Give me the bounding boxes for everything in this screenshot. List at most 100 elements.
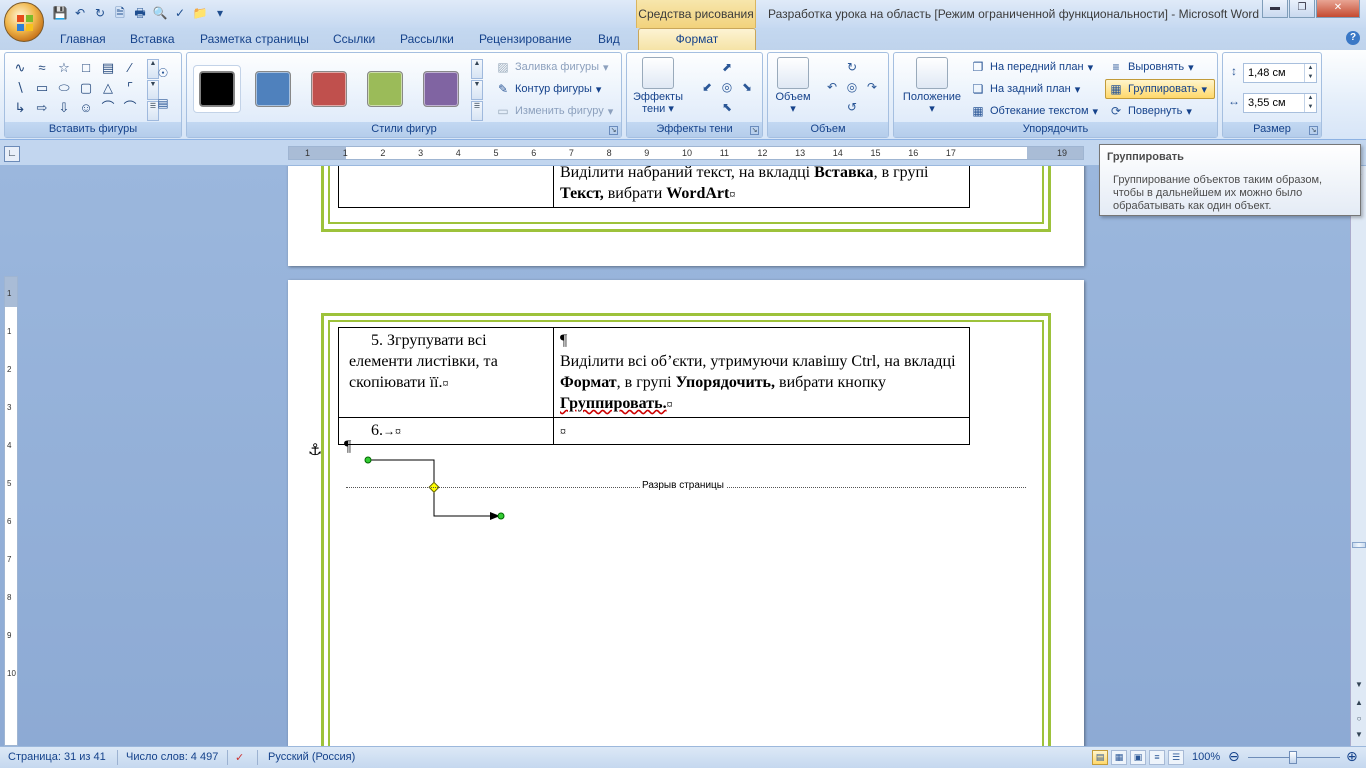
- shadow-launcher-icon[interactable]: ↘: [750, 126, 759, 135]
- outline-view-icon[interactable]: ≡: [1149, 750, 1165, 765]
- spelling-icon[interactable]: ✓: [172, 5, 188, 21]
- scroll-thumb[interactable]: [1352, 542, 1366, 548]
- triangle-shape-icon[interactable]: △: [99, 79, 117, 97]
- print-layout-view-icon[interactable]: ▤: [1092, 750, 1108, 765]
- open-folder-icon[interactable]: 📁: [192, 5, 208, 21]
- rotate-button[interactable]: ⟳ Повернуть ▾: [1108, 103, 1192, 119]
- elbow-arrow-shape-icon[interactable]: ↳: [11, 99, 29, 117]
- curve-shape-icon[interactable]: ⌒: [99, 99, 117, 117]
- nudge-down-icon[interactable]: ⬉: [719, 99, 735, 115]
- shape-outline-button[interactable]: ✎ Контур фигуры ▾: [495, 81, 601, 97]
- tab-format[interactable]: Формат: [638, 28, 756, 50]
- style-swatch-purple[interactable]: [423, 71, 459, 107]
- close-button[interactable]: ✕: [1316, 0, 1360, 18]
- minimize-button[interactable]: ▬: [1262, 0, 1288, 18]
- size-launcher-icon[interactable]: ↘: [1309, 126, 1318, 135]
- line-shape-icon[interactable]: ∕: [121, 59, 139, 77]
- tab-home[interactable]: Главная: [60, 32, 106, 46]
- shape-fill-button[interactable]: ▨ Заливка фигуры ▾: [495, 59, 608, 75]
- shadow-effects-button[interactable]: Эффекты тени ▾: [631, 57, 685, 115]
- height-spin-arrows-icon[interactable]: ▲ ▼: [1304, 64, 1316, 82]
- textbox-shape-icon[interactable]: ▤: [99, 59, 117, 77]
- style-swatch-red[interactable]: [311, 71, 347, 107]
- nudge-left-icon[interactable]: ⬋: [699, 79, 715, 95]
- tilt-left-icon[interactable]: ↶: [824, 79, 840, 95]
- smiley-shape-icon[interactable]: ☺: [77, 99, 95, 117]
- tab-page-layout[interactable]: Разметка страницы: [200, 32, 309, 46]
- browse-object-icon[interactable]: ○: [1352, 712, 1366, 726]
- vertical-ruler[interactable]: 1 1 2 3 4 5 6 7 8 9 10: [4, 276, 18, 746]
- edit-points-icon[interactable]: ☉: [155, 65, 171, 81]
- draft-view-icon[interactable]: ☰: [1168, 750, 1184, 765]
- down-arrow-shape-icon[interactable]: ⇩: [55, 99, 73, 117]
- elbow-connector-shape-icon[interactable]: ⌜: [121, 79, 139, 97]
- align-button[interactable]: ≡ Выровнять ▾: [1108, 59, 1193, 75]
- vertical-scrollbar[interactable]: ▲ ▼ ▲ ○ ▼: [1350, 166, 1366, 746]
- tilt-up-icon[interactable]: ↻: [844, 59, 860, 75]
- tab-insert[interactable]: Вставка: [130, 32, 175, 46]
- page-31[interactable]: 5. Згрупувати всі елементи листівки, та …: [288, 280, 1084, 746]
- connector-end-handle[interactable]: [497, 512, 505, 520]
- customize-qat-icon[interactable]: ▾: [212, 5, 228, 21]
- connector-start-handle[interactable]: [364, 456, 372, 464]
- table-cell-step-5-instructions[interactable]: ¶ Виділити всі об’єкти, утримуючи клавіш…: [553, 327, 970, 418]
- table-cell-right[interactable]: Виділити набраний текст, на вкладці Вста…: [553, 166, 970, 208]
- tab-references[interactable]: Ссылки: [333, 32, 375, 46]
- anchor-icon[interactable]: ⚓: [308, 440, 322, 460]
- draw-textbox-icon[interactable]: ▤: [155, 95, 171, 111]
- table-cell-step-6[interactable]: 6.→¤: [338, 417, 554, 445]
- bring-to-front-button[interactable]: ❐ На передний план ▾: [970, 59, 1094, 75]
- undo-icon[interactable]: ↶: [72, 5, 88, 21]
- wave-shape-icon[interactable]: ≈: [33, 59, 51, 77]
- text-wrapping-button[interactable]: ▦ Обтекание текстом ▾: [970, 103, 1098, 119]
- table-cell-left[interactable]: [338, 166, 554, 208]
- tilt-right-icon[interactable]: ↷: [864, 79, 880, 95]
- 3d-toggle-icon[interactable]: ◎: [844, 79, 860, 95]
- table-cell-step-6-instructions[interactable]: ¤: [553, 417, 970, 445]
- shape-height-input[interactable]: 1,48 см ▲ ▼: [1243, 63, 1317, 83]
- volume-button[interactable]: Объем ▾: [770, 57, 816, 115]
- star-shape-icon[interactable]: ☆: [55, 59, 73, 77]
- style-swatch-black[interactable]: [199, 71, 235, 107]
- callout-shape-icon[interactable]: □: [77, 59, 95, 77]
- rounded-rect-shape-icon[interactable]: ▢: [77, 79, 95, 97]
- zoom-in-icon[interactable]: ⊕: [1346, 748, 1358, 765]
- ruler-bar[interactable]: 1 1 2 3 4 5 6 7 8 9 10 11 12 13 14 15 16 17 19: [288, 146, 1084, 160]
- tab-view[interactable]: Вид: [598, 32, 620, 46]
- group-objects-button-content[interactable]: ▦ Группировать ▾: [1108, 81, 1207, 97]
- diagonal-line-shape-icon[interactable]: ∖: [11, 79, 29, 97]
- arc-shape-icon[interactable]: ⌒: [121, 99, 139, 117]
- gallery-up-icon[interactable]: ▲: [471, 59, 483, 79]
- gallery-more-icon[interactable]: ☰: [471, 101, 483, 121]
- style-swatch-green[interactable]: [367, 71, 403, 107]
- table-cell-step-5[interactable]: 5. Згрупувати всі елементи листівки, та …: [338, 327, 554, 418]
- freeform-shape-icon[interactable]: ∿: [11, 59, 29, 77]
- style-swatch-blue[interactable]: [255, 71, 291, 107]
- shadow-toggle-icon[interactable]: ◎: [719, 79, 735, 95]
- page-counter[interactable]: Страница: 31 из 41: [8, 751, 106, 763]
- help-icon[interactable]: ?: [1346, 31, 1360, 45]
- oval-shape-icon[interactable]: ⬭: [55, 79, 73, 97]
- zoom-out-icon[interactable]: ⊖: [1228, 748, 1240, 765]
- change-shape-button[interactable]: ▭ Изменить фигуру ▾: [495, 103, 613, 119]
- tab-selector-icon[interactable]: ∟: [4, 146, 20, 162]
- nudge-right-icon[interactable]: ⬊: [739, 79, 755, 95]
- full-screen-reading-icon[interactable]: ▦: [1111, 750, 1127, 765]
- office-button[interactable]: [4, 2, 44, 42]
- rectangle-shape-icon[interactable]: ▭: [33, 79, 51, 97]
- save-icon[interactable]: 💾: [52, 5, 68, 21]
- zoom-level[interactable]: 100%: [1192, 751, 1220, 763]
- proofing-icon[interactable]: ✓: [235, 751, 244, 764]
- web-layout-icon[interactable]: ▣: [1130, 750, 1146, 765]
- zoom-slider-thumb[interactable]: [1289, 751, 1297, 764]
- nudge-up-icon[interactable]: ⬈: [719, 59, 735, 75]
- redo-icon[interactable]: ↻: [92, 5, 108, 21]
- page-30[interactable]: Виділити набраний текст, на вкладці Вста…: [288, 166, 1084, 266]
- tab-review[interactable]: Рецензирование: [479, 32, 572, 46]
- word-count[interactable]: Число слов: 4 497: [126, 751, 218, 763]
- right-arrow-shape-icon[interactable]: ⇨: [33, 99, 51, 117]
- gallery-down-icon[interactable]: ▼: [471, 80, 483, 100]
- position-button[interactable]: Положение ▾: [896, 57, 968, 115]
- maximize-button[interactable]: ❐: [1289, 0, 1315, 18]
- new-document-icon[interactable]: 🗎: [112, 5, 128, 21]
